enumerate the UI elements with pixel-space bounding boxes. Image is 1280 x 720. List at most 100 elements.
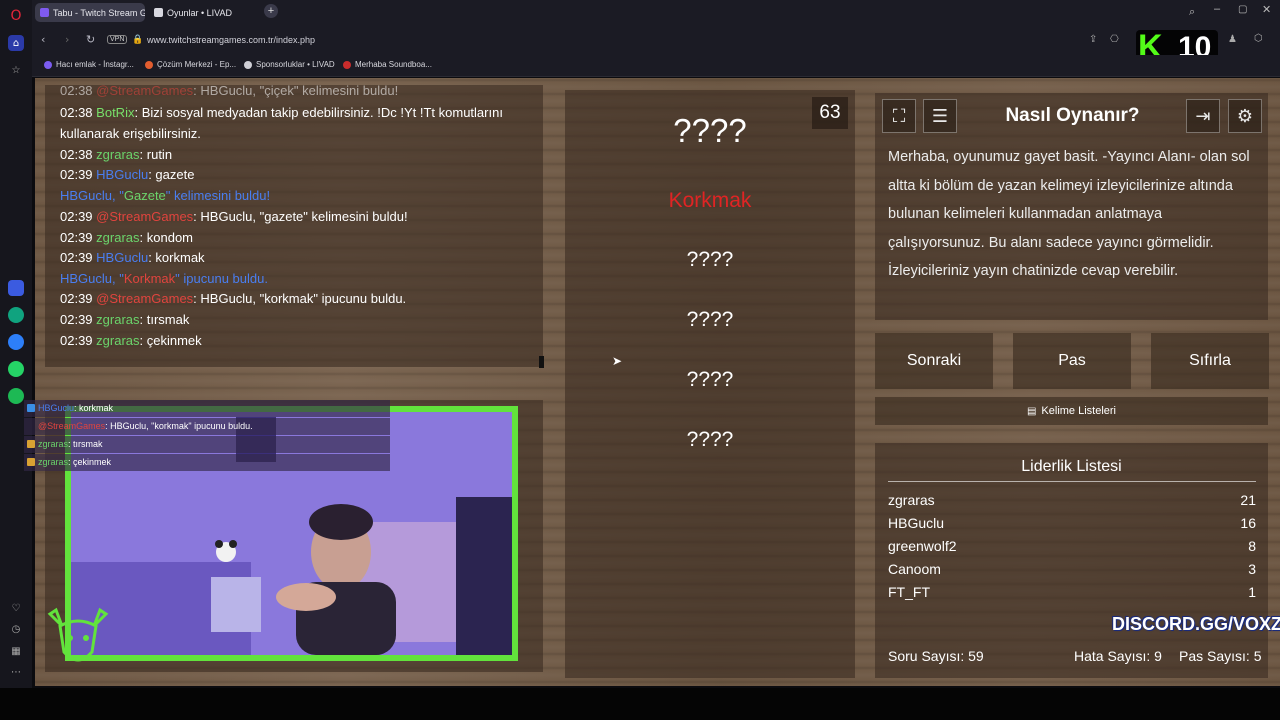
extensions-icon[interactable]: ▦ (8, 643, 24, 659)
hint-word: ???? (686, 308, 734, 331)
maximize-button[interactable]: ▢ (1238, 4, 1247, 15)
next-button[interactable]: Sonraki (875, 333, 993, 389)
chat-line: 02:39 zgraras: çekinmek (60, 333, 202, 348)
tab-bar: Tabu - Twitch Stream Gam Oyunlar • LIVAD… (32, 0, 1280, 25)
leaderboard-title: Liderlik Listesi (1021, 458, 1122, 475)
chat-panel: 02:38 @StreamGames: HBGuclu, "çiçek" kel… (45, 85, 543, 367)
word-lists-button[interactable]: ▤ Kelime Listeleri (875, 397, 1268, 425)
messenger-icon[interactable] (8, 334, 24, 350)
leaderboard-row: FT_FT 1 (888, 584, 1256, 600)
bookmark-label: Sponsorluklar • LIVAD (256, 60, 335, 69)
divider (888, 481, 1256, 482)
bookmark-label: Hacı emlak - İnstagr... (56, 60, 134, 69)
word-lists-label: Kelime Listeleri (1041, 405, 1117, 417)
share-icon[interactable]: ⇪ (1089, 34, 1097, 45)
bookmark-item[interactable]: Sponsorluklar • LIVAD (244, 60, 335, 69)
question-count: Soru Sayısı: 59 (888, 648, 984, 664)
more-icon[interactable]: ⋯ (8, 664, 24, 680)
search-tabs-icon[interactable]: ⌕ (1189, 5, 1195, 19)
opera-logo-icon[interactable]: O (8, 8, 24, 24)
howto-title: Nasıl Oynanır? (1005, 105, 1140, 126)
main-word: ???? (673, 112, 747, 149)
leaderboard-row: zgraras 21 (888, 492, 1256, 508)
chatgpt-icon[interactable] (8, 307, 24, 323)
discord-overlay: DISCORD.GG/VOXZ (1112, 614, 1280, 634)
howto-body: Merhaba, oyunumuz gayet basit. -Yayıncı … (888, 149, 1250, 280)
forward-icon[interactable]: › (65, 33, 69, 46)
bookmark-label: Merhaba Soundboa... (355, 60, 432, 69)
hint-word: ???? (686, 368, 734, 391)
bookmark-favicon-icon (244, 61, 252, 69)
vpn-badge[interactable]: VPN (107, 35, 128, 44)
chat-line: 02:38 zgraras: rutin (60, 147, 173, 162)
chat-line: 02:39 HBGuclu: korkmak (60, 250, 205, 265)
bull-mascot-icon (47, 607, 109, 662)
mouse-cursor-icon: ➤ (612, 354, 623, 368)
badge-icon (27, 458, 35, 466)
logout-icon[interactable]: ⇥ (1186, 99, 1220, 133)
aria-icon[interactable] (8, 280, 24, 296)
chat-line: 02:38 BotRix: Bizi sosyal medyadan takip… (60, 105, 503, 120)
found-hint: Korkmak (668, 189, 752, 212)
chat-line: 02:39 zgraras: tırsmak (60, 312, 190, 327)
error-count: Hata Sayısı: 9 (1074, 648, 1162, 664)
chat-line: 02:39 zgraras: kondom (60, 230, 194, 245)
twitch-favicon-icon (40, 8, 49, 17)
back-icon[interactable]: ‹ (41, 33, 45, 46)
chat-line: 02:38 @StreamGames: HBGuclu, "çiçek" kel… (60, 85, 399, 98)
tab-label: Tabu - Twitch Stream Gam (53, 7, 145, 18)
leaderboard-row: greenwolf2 8 (888, 538, 1256, 554)
chat-line: 02:39 @StreamGames: HBGuclu, "gazete" ke… (60, 209, 408, 224)
notes-icon[interactable]: ☰ (923, 99, 957, 133)
wallet-icon[interactable]: ⬡ (1254, 33, 1263, 44)
list-icon: ▤ (1026, 405, 1037, 417)
livad-favicon-icon (154, 8, 163, 17)
reload-icon[interactable]: ↻ (86, 33, 95, 46)
hint-word: ???? (686, 428, 734, 451)
tab-oyunlar[interactable]: Oyunlar • LIVAD (149, 3, 259, 22)
home-icon[interactable]: ⌂ (8, 35, 24, 51)
taskbar-strip (0, 688, 1280, 720)
stream-overlay-chat-line: HBGuclu: korkmak (24, 400, 390, 417)
fullscreen-icon[interactable]: ⛶ (882, 99, 916, 133)
reset-button[interactable]: Sıfırla (1151, 333, 1269, 389)
chat-scrollbar[interactable] (539, 356, 544, 368)
chat-line: 02:39 @StreamGames: HBGuclu, "korkmak" i… (60, 291, 407, 306)
leaderboard-row: HBGuclu 16 (888, 515, 1256, 531)
bookmark-item[interactable]: Hacı emlak - İnstagr... (44, 60, 134, 69)
heart-icon[interactable]: ♡ (8, 600, 24, 616)
lock-icon: 🔒 (132, 34, 144, 44)
stream-overlay-chat-line: zgraras: çekinmek (24, 454, 390, 471)
chat-line: 02:39 HBGuclu: gazete (60, 167, 195, 182)
bookmark-item[interactable]: Çözüm Merkezi - Ep... (145, 60, 236, 69)
account-icon[interactable]: ♟ (1228, 34, 1237, 45)
bookmark-favicon-icon (44, 61, 52, 69)
stream-overlay-chat-line: zgraras: tırsmak (24, 436, 390, 453)
badge-icon (27, 440, 35, 448)
bookmark-favicon-icon (343, 61, 351, 69)
spotify-icon[interactable] (8, 388, 24, 404)
stream-overlay-chat-line: @StreamGames: HBGuclu, "korkmak" ipucunu… (24, 418, 390, 435)
bookmark-item[interactable]: Merhaba Soundboa... (343, 60, 432, 69)
url-field[interactable]: www.twitchstreamgames.com.tr/index.php (147, 35, 315, 45)
system-message: HBGuclu, "Gazete" kelimesini buldu! (60, 188, 271, 203)
settings-gear-icon[interactable]: ⚙ (1228, 99, 1262, 133)
chat-line: kullanarak erişebilirsiniz. (60, 126, 201, 141)
new-tab-button[interactable]: + (264, 4, 278, 18)
badge-icon (27, 404, 35, 412)
browser-sidebar: O ⌂ ☆ ♡ ◷ ▦ ⋯ (0, 0, 32, 688)
system-message: HBGuclu, "Korkmak" ipucunu buldu. (60, 271, 268, 286)
close-window-button[interactable]: ✕ (1262, 3, 1271, 16)
pass-count: Pas Sayısı: 5 (1179, 648, 1262, 664)
history-icon[interactable]: ◷ (8, 621, 24, 637)
minimize-button[interactable]: – (1214, 3, 1220, 15)
whatsapp-icon[interactable] (8, 361, 24, 377)
pass-button[interactable]: Pas (1013, 333, 1131, 389)
tab-tabu[interactable]: Tabu - Twitch Stream Gam (35, 3, 145, 22)
bookmark-star-icon[interactable]: ☆ (8, 62, 24, 78)
hint-word: ???? (686, 248, 734, 271)
snapshot-icon[interactable]: ⎔ (1110, 34, 1119, 45)
bookmark-favicon-icon (145, 61, 153, 69)
leaderboard-row: Canoom 3 (888, 561, 1256, 577)
bookmarks-bar: Hacı emlak - İnstagr... Çözüm Merkezi - … (32, 55, 1280, 77)
